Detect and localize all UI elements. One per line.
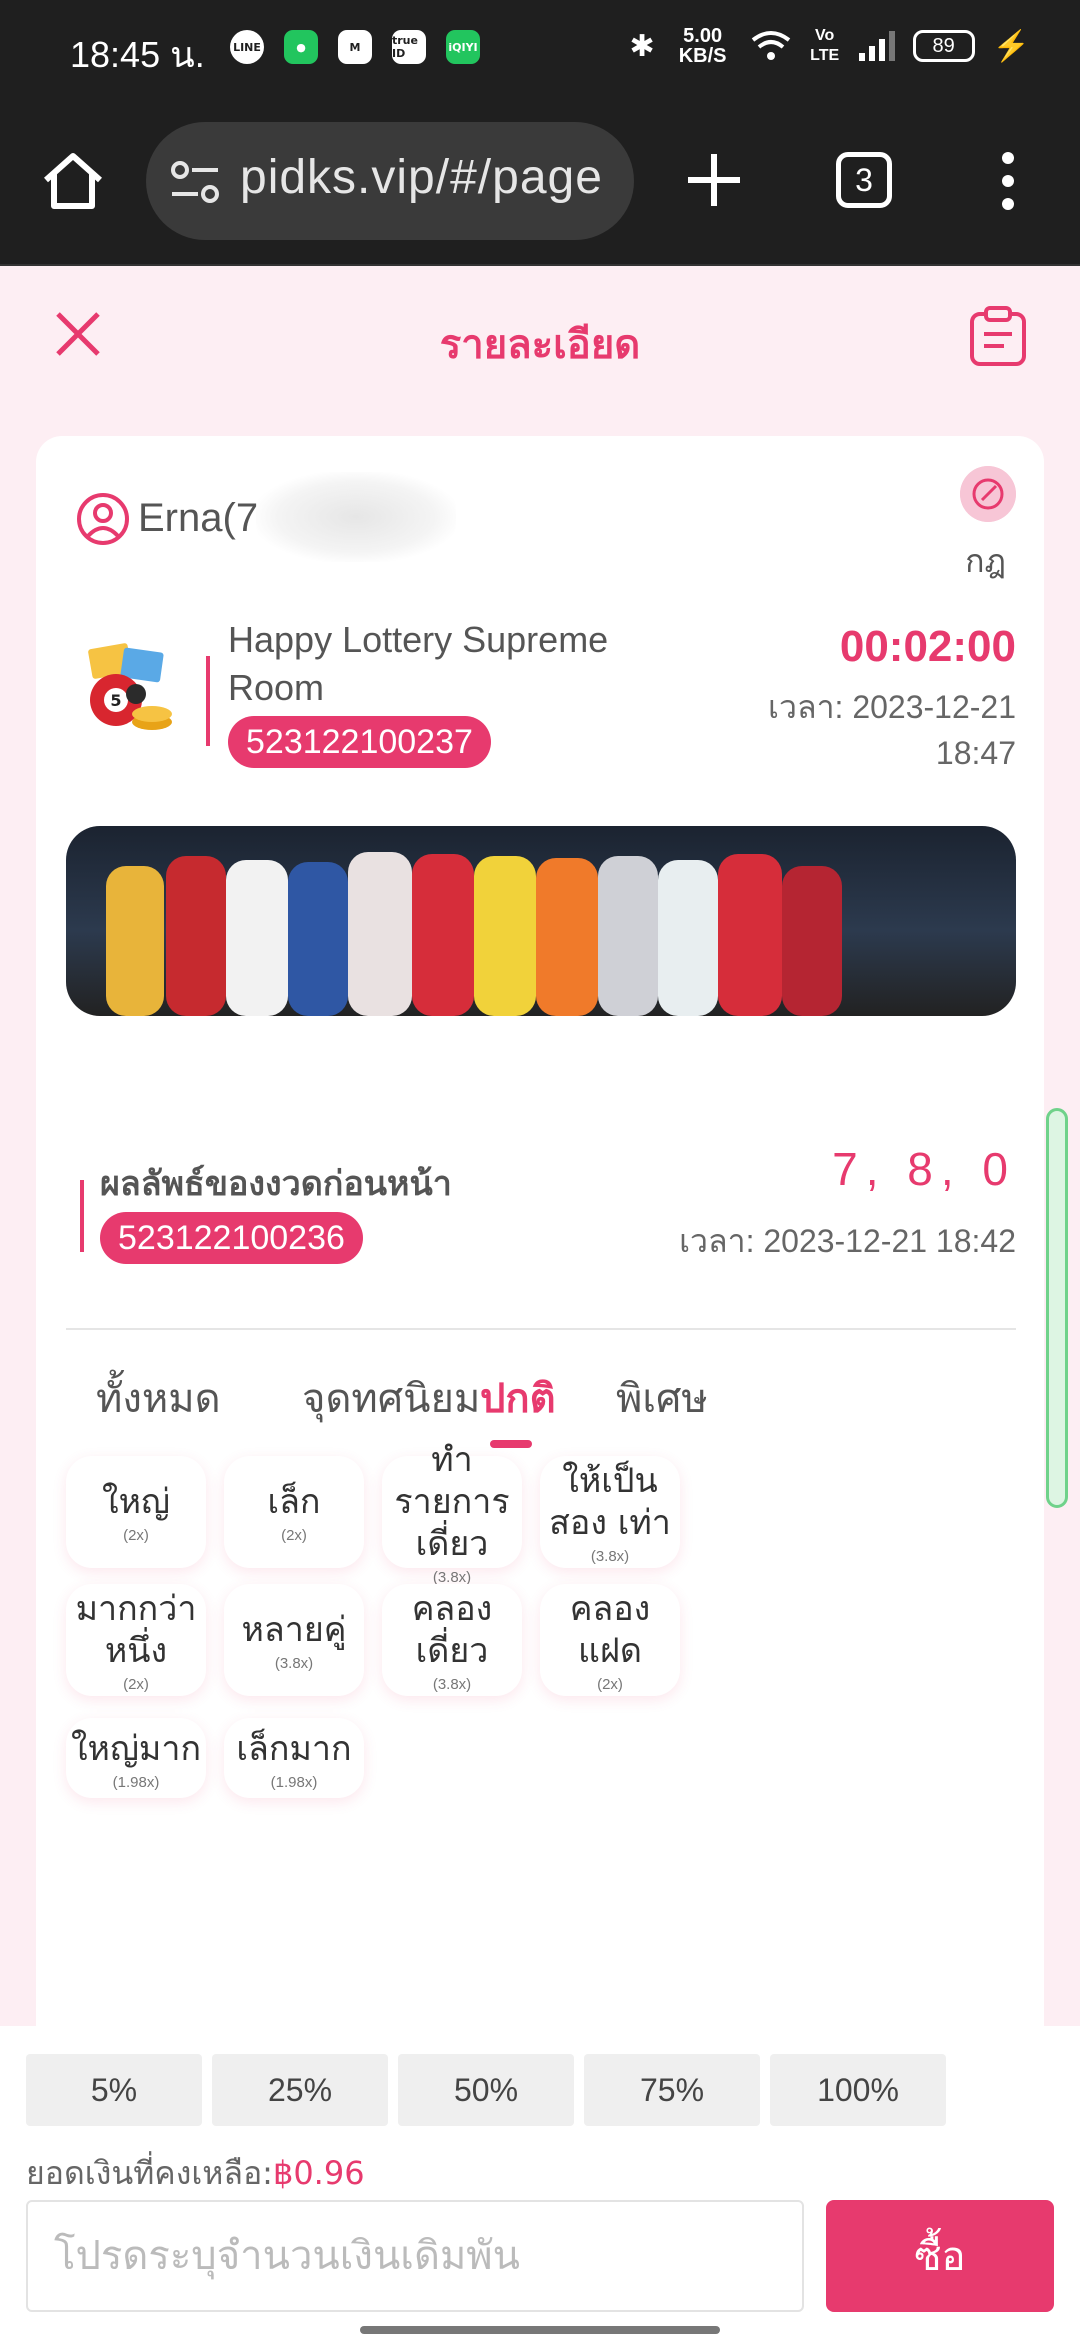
charging-icon: ⚡ <box>992 29 1030 63</box>
percent-100-button[interactable]: 100% <box>770 2054 946 2126</box>
bet-odds: (3.8x) <box>432 1568 472 1586</box>
status-app-icons: LINE ● M true ID iQIYI <box>230 30 480 64</box>
iqiyi-app-icon: iQIYI <box>446 30 480 64</box>
lottery-logo: 5 <box>88 643 172 730</box>
bet-odds: (1.98x) <box>270 1774 318 1791</box>
bet-odds: (1.98x) <box>112 1774 160 1791</box>
line-app-icon: LINE <box>230 30 264 64</box>
svg-text:5: 5 <box>110 691 121 710</box>
bet-amount-input[interactable] <box>26 2200 804 2312</box>
bet-name: เล็กมาก <box>236 1729 352 1769</box>
net-speed: 5.00 KB/S <box>678 25 727 67</box>
battery-icon: 89 <box>912 30 975 62</box>
percent-50-button[interactable]: 50% <box>398 2054 574 2126</box>
room-accent-bar <box>206 656 210 746</box>
bet-option-small[interactable]: เล็ก (2x) <box>224 1456 364 1568</box>
address-bar[interactable]: pidks.vip/#/page <box>146 122 634 240</box>
buy-button[interactable]: ซื้อ <box>826 2200 1054 2312</box>
rules-label[interactable]: กฎ <box>965 536 1006 587</box>
countdown-timer: 00:02:00 <box>839 622 1016 671</box>
new-tab-icon[interactable] <box>684 150 744 210</box>
bet-category-tabs: ทั้งหมด จุดทศนิยม ปกติ พิเศษ <box>66 1366 1016 1448</box>
previous-draw-time: เวลา: 2023-12-21 18:42 <box>679 1223 1016 1259</box>
tab-normal[interactable]: ปกติ <box>480 1366 556 1430</box>
bluetooth-icon: ✱ <box>629 29 655 63</box>
page-header: รายละเอียด <box>0 268 1080 408</box>
bet-odds: (2x) <box>123 1526 149 1544</box>
tab-decimal[interactable]: จุดทศนิยม <box>302 1366 480 1430</box>
previous-result-numbers: 7, 8, 0 <box>832 1143 1016 1195</box>
bet-option-single-canal[interactable]: คลองเดี่ยว (3.8x) <box>382 1584 522 1696</box>
gmail-app-icon: M <box>338 30 372 64</box>
signal-icon <box>858 31 895 61</box>
bet-input-panel: 5% 25% 50% 75% 100% ยอดเงินที่คงเหลือ:฿0… <box>0 2026 1080 2340</box>
room-name: Happy Lottery Supreme Room <box>228 619 609 708</box>
status-time: 18:45 น. <box>70 34 205 75</box>
user-avatar-icon <box>77 493 129 545</box>
more-menu-icon[interactable] <box>998 148 1018 214</box>
scroll-indicator[interactable] <box>1046 1108 1068 1508</box>
bet-name: มากกว่า หนึ่ง <box>75 1588 197 1671</box>
clipboard-icon[interactable] <box>968 304 1028 368</box>
issue-number-badge: 523122100237 <box>228 716 491 768</box>
bet-option-single[interactable]: ทำรายการ เดี่ยว (3.8x) <box>382 1440 522 1586</box>
detail-card: Erna(7 กฎ 5 Happy Lottery Supreme Room 5… <box>36 436 1044 2056</box>
bet-option-very-big[interactable]: ใหญ่มาก (1.98x) <box>66 1718 206 1798</box>
bet-name: ใหญ่ <box>102 1481 170 1522</box>
wifi-icon <box>751 31 790 60</box>
tab-switcher-button[interactable]: 3 <box>836 152 892 208</box>
tab-special[interactable]: พิเศษ <box>616 1366 708 1430</box>
bet-name: คลองเดี่ยว <box>411 1588 493 1671</box>
bet-option-more-than-one[interactable]: มากกว่า หนึ่ง (2x) <box>66 1584 206 1696</box>
bet-odds: (3.8x) <box>432 1675 472 1693</box>
bet-name: ทำรายการ เดี่ยว <box>394 1439 510 1564</box>
url-text: pidks.vip/#/page <box>240 151 603 204</box>
balance-value: ฿0.96 <box>272 2154 365 2192</box>
section-divider <box>66 1328 1016 1330</box>
bet-option-very-small[interactable]: เล็กมาก (1.98x) <box>224 1718 364 1798</box>
bet-name: หลายคู่ <box>241 1609 347 1650</box>
percent-buttons: 5% 25% 50% 75% 100% <box>26 2054 946 2126</box>
tab-all[interactable]: ทั้งหมด <box>96 1366 221 1430</box>
previous-issue-badge: 523122100236 <box>100 1212 363 1264</box>
volte-icon: Vo LTE <box>810 27 840 64</box>
bet-option-multi-pair[interactable]: หลายคู่ (3.8x) <box>224 1584 364 1696</box>
percent-5-button[interactable]: 5% <box>26 2054 202 2126</box>
banner-players <box>106 852 842 1016</box>
bet-odds: (2x) <box>123 1675 149 1693</box>
chat-app-icon: ● <box>284 30 318 64</box>
bet-odds: (3.8x) <box>274 1654 314 1672</box>
rules-icon[interactable] <box>960 466 1016 522</box>
trueid-app-icon: true ID <box>392 30 426 64</box>
redacted-area <box>256 472 456 562</box>
bet-name: เล็ก <box>267 1481 321 1522</box>
bet-name: ใหญ่มาก <box>70 1729 202 1769</box>
home-icon[interactable] <box>40 148 106 214</box>
bet-option-double[interactable]: ให้เป็นสอง เท่า (3.8x) <box>540 1456 680 1568</box>
balance-label: ยอดเงินที่คงเหลือ: <box>26 2154 273 2192</box>
bet-odds: (3.8x) <box>590 1547 630 1565</box>
percent-25-button[interactable]: 25% <box>212 2054 388 2126</box>
bet-name: คลองแฝด <box>569 1588 651 1671</box>
bet-name: ให้เป็นสอง เท่า <box>549 1460 671 1543</box>
bet-odds: (2x) <box>597 1675 623 1693</box>
percent-75-button[interactable]: 75% <box>584 2054 760 2126</box>
bet-odds: (2x) <box>281 1526 307 1544</box>
balance-row: ยอดเงินที่คงเหลือ:฿0.96 <box>26 2148 365 2199</box>
username: Erna(7 <box>138 496 259 540</box>
page-title: รายละเอียด <box>439 322 641 368</box>
status-bar: 18:45 น. LINE ● M true ID iQIYI ✱ 5.00 K… <box>0 0 1080 100</box>
site-settings-icon[interactable] <box>170 160 220 204</box>
draw-time: เวลา: 2023-12-21 18:47 <box>768 689 1016 771</box>
gesture-home-indicator[interactable] <box>360 2326 720 2334</box>
bet-option-twin-canal[interactable]: คลองแฝด (2x) <box>540 1584 680 1696</box>
previous-accent-bar <box>80 1180 84 1252</box>
previous-result-label: ผลลัพธ์ของงวดก่อนหน้า <box>100 1164 452 1204</box>
bet-option-big[interactable]: ใหญ่ (2x) <box>66 1456 206 1568</box>
browser-toolbar: pidks.vip/#/page 3 <box>0 100 1080 266</box>
status-indicators: ✱ 5.00 KB/S Vo LTE 89 ⚡ <box>630 26 1031 66</box>
banner-image <box>66 826 1016 1016</box>
